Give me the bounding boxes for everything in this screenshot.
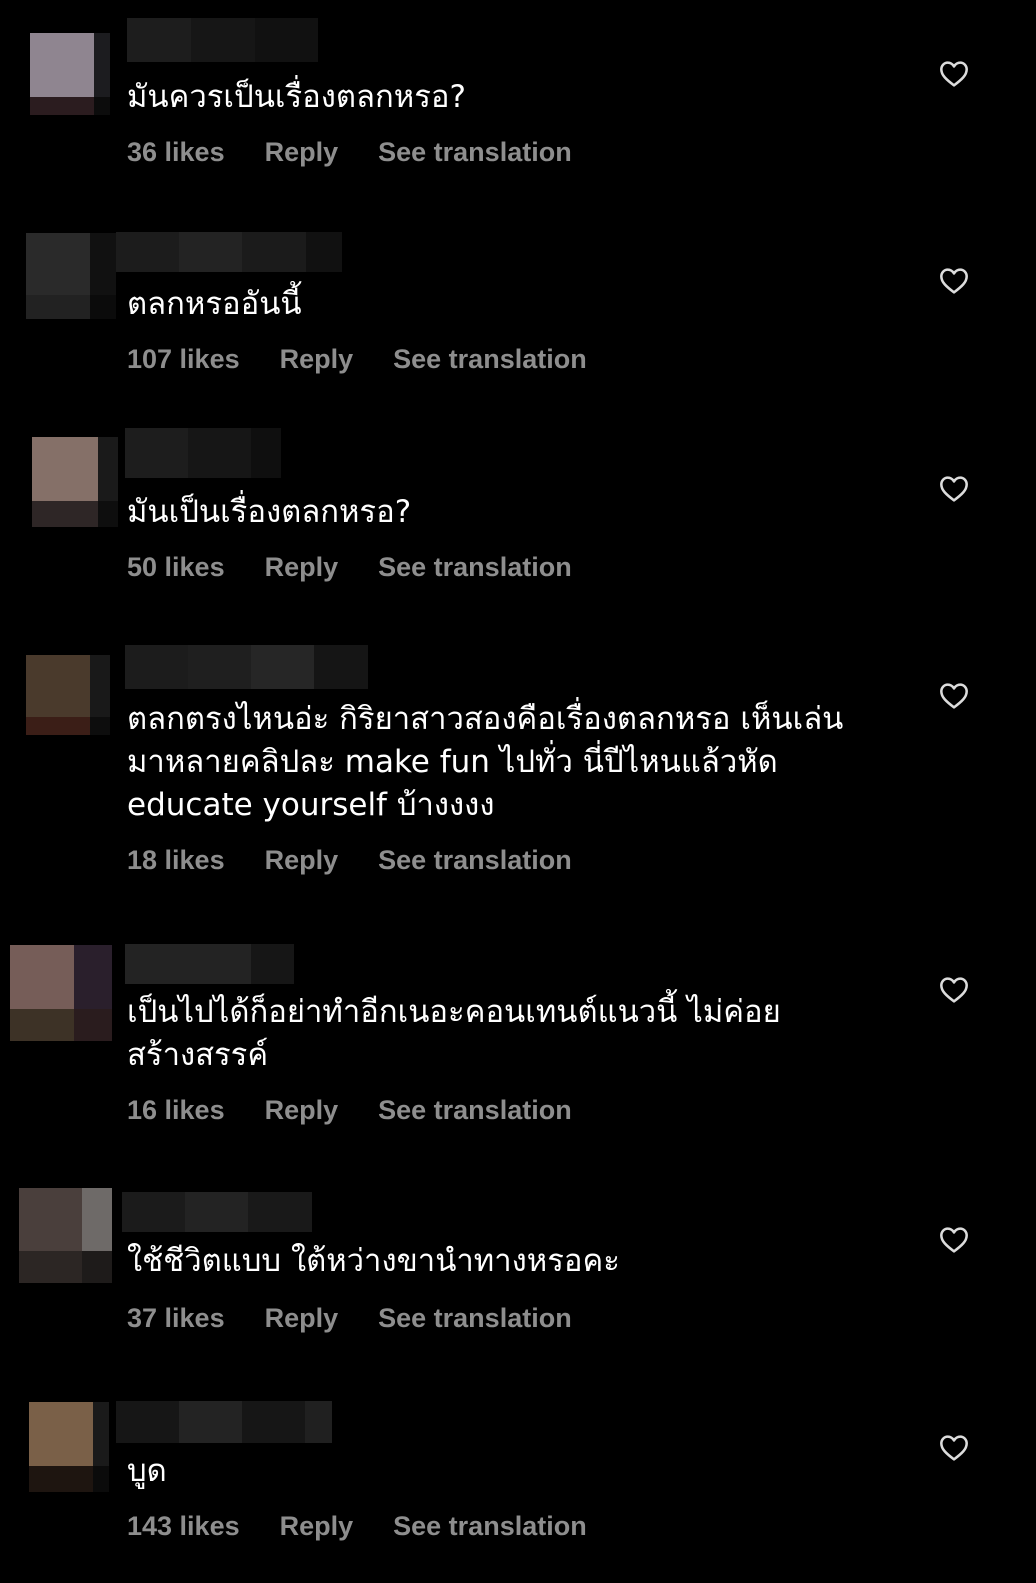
comment-actions: 18 likes Reply See translation [127, 844, 572, 876]
see-translation-button[interactable]: See translation [378, 136, 572, 168]
likes-count[interactable]: 107 likes [127, 343, 240, 375]
heart-icon[interactable] [938, 473, 970, 505]
comment-actions: 143 likes Reply See translation [127, 1510, 587, 1542]
comment-actions: 36 likes Reply See translation [127, 136, 572, 168]
comment-actions: 107 likes Reply See translation [127, 343, 587, 375]
reply-button[interactable]: Reply [280, 343, 354, 375]
comment-text: ตลกตรงไหนอ่ะ กิริยาสาวสองคือเรื่องตลกหรอ… [127, 701, 844, 823]
comment-actions: 50 likes Reply See translation [127, 551, 572, 583]
comment-text: บูด [127, 1453, 167, 1489]
avatar[interactable] [26, 655, 110, 735]
see-translation-button[interactable]: See translation [393, 1510, 587, 1542]
see-translation-button[interactable]: See translation [378, 844, 572, 876]
username-redacted[interactable] [122, 1192, 312, 1232]
likes-count[interactable]: 37 likes [127, 1302, 225, 1334]
likes-count[interactable]: 50 likes [127, 551, 225, 583]
heart-icon[interactable] [938, 1432, 970, 1464]
reply-button[interactable]: Reply [265, 136, 339, 168]
avatar[interactable] [30, 33, 110, 115]
reply-button[interactable]: Reply [265, 1302, 339, 1334]
avatar[interactable] [29, 1402, 109, 1492]
heart-icon[interactable] [938, 265, 970, 297]
username-redacted[interactable] [125, 944, 294, 984]
comment-text: มันเป็นเรื่องตลกหรอ? [127, 494, 412, 530]
avatar[interactable] [19, 1188, 112, 1283]
avatar[interactable] [10, 945, 112, 1041]
username-redacted[interactable] [127, 18, 318, 62]
likes-count[interactable]: 36 likes [127, 136, 225, 168]
comment-text: ตลกหรออันนี้ [127, 286, 302, 322]
avatar[interactable] [32, 437, 118, 527]
comment-text: ใช้ชีวิตแบบ ใต้หว่างขานำทางหรอคะ [127, 1243, 620, 1279]
see-translation-button[interactable]: See translation [393, 343, 587, 375]
heart-icon[interactable] [938, 58, 970, 90]
reply-button[interactable]: Reply [265, 1094, 339, 1126]
see-translation-button[interactable]: See translation [378, 551, 572, 583]
reply-button[interactable]: Reply [280, 1510, 354, 1542]
see-translation-button[interactable]: See translation [378, 1302, 572, 1334]
username-redacted[interactable] [125, 645, 368, 689]
username-redacted[interactable] [116, 232, 342, 272]
avatar[interactable] [26, 233, 116, 319]
comment-text: เป็นไปได้ก็อย่าทำอีกเนอะคอนเทนต์แนวนี้ ไ… [127, 994, 781, 1073]
comment-actions: 37 likes Reply See translation [127, 1302, 572, 1334]
likes-count[interactable]: 143 likes [127, 1510, 240, 1542]
username-redacted[interactable] [116, 1401, 332, 1443]
see-translation-button[interactable]: See translation [378, 1094, 572, 1126]
likes-count[interactable]: 18 likes [127, 844, 225, 876]
reply-button[interactable]: Reply [265, 551, 339, 583]
comment-actions: 16 likes Reply See translation [127, 1094, 572, 1126]
heart-icon[interactable] [938, 974, 970, 1006]
likes-count[interactable]: 16 likes [127, 1094, 225, 1126]
heart-icon[interactable] [938, 1224, 970, 1256]
username-redacted[interactable] [125, 428, 281, 478]
comment-text: มันควรเป็นเรื่องตลกหรอ? [127, 79, 466, 115]
heart-icon[interactable] [938, 680, 970, 712]
reply-button[interactable]: Reply [265, 844, 339, 876]
